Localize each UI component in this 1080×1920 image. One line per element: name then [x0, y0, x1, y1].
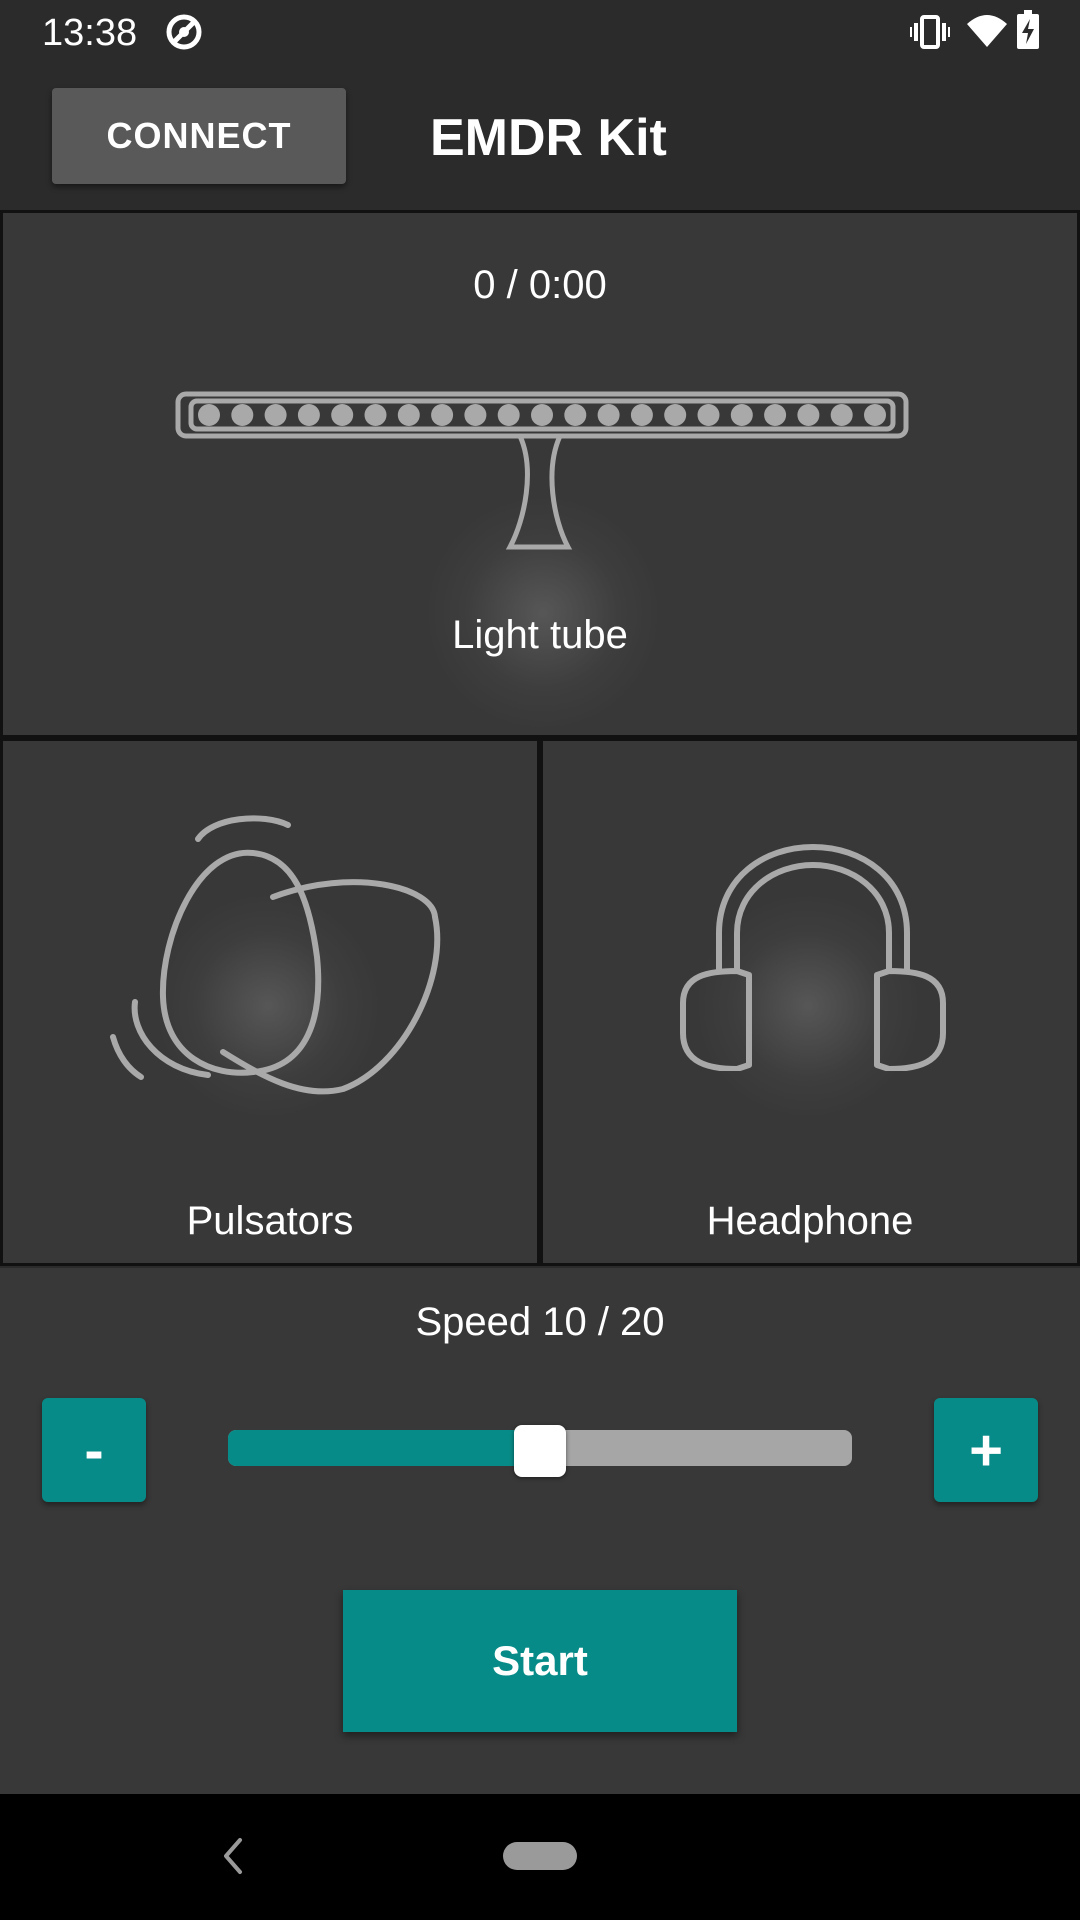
speed-increase-button[interactable]: +	[934, 1398, 1038, 1502]
app-bar: CONNECT EMDR Kit	[0, 64, 1080, 210]
start-button[interactable]: Start	[343, 1590, 737, 1732]
light-tube-led	[364, 404, 387, 426]
vibrate-icon	[910, 14, 950, 55]
headphone-panel[interactable]: Headphone	[540, 738, 1080, 1266]
light-tube-led	[697, 404, 720, 426]
light-tube-led	[864, 404, 886, 426]
light-tube-led	[764, 404, 787, 426]
light-tube-led	[264, 404, 287, 426]
headphone-icon	[679, 843, 947, 1076]
light-tube-led	[198, 404, 220, 426]
data-saver-icon	[164, 12, 204, 57]
light-tube-led	[830, 404, 853, 426]
speed-decrease-button[interactable]: -	[42, 1398, 146, 1502]
light-tube-led	[464, 404, 487, 426]
home-pill-icon[interactable]	[503, 1842, 577, 1870]
pulsators-panel[interactable]: Pulsators	[0, 738, 540, 1266]
light-tube-led	[431, 404, 454, 426]
light-tube-led	[564, 404, 587, 426]
light-tube-led	[531, 404, 553, 426]
light-tube-icon	[175, 389, 909, 574]
back-icon[interactable]	[216, 1834, 250, 1883]
light-tube-led	[664, 404, 687, 426]
connect-button[interactable]: CONNECT	[52, 88, 346, 184]
app-title: EMDR Kit	[430, 109, 667, 167]
navigation-bar	[0, 1794, 1080, 1920]
status-time: 13:38	[42, 12, 138, 54]
light-tube-led	[497, 404, 520, 426]
light-tube-label: Light tube	[452, 613, 628, 657]
light-tube-led	[331, 404, 354, 426]
light-tube-led	[597, 404, 620, 426]
pulsators-label: Pulsators	[186, 1199, 354, 1243]
status-bar: 13:38	[0, 0, 1080, 64]
speed-label: Speed 10 / 20	[415, 1300, 665, 1344]
speed-slider-thumb[interactable]	[514, 1425, 566, 1477]
light-tube-panel[interactable]: 0 / 0:00 Light tube	[0, 210, 1080, 738]
speed-controls: Speed 10 / 20 - + Start	[0, 1268, 1080, 1794]
pulsators-icon	[103, 807, 443, 1102]
light-tube-led	[397, 404, 420, 426]
wifi-icon	[966, 14, 1008, 53]
battery-charging-icon	[1016, 10, 1040, 55]
light-tube-led	[797, 404, 820, 426]
light-tube-led	[231, 404, 254, 426]
light-tube-led	[630, 404, 653, 426]
light-tube-led	[297, 404, 320, 426]
session-readout: 0 / 0:00	[473, 263, 607, 307]
speed-slider-fill	[228, 1430, 540, 1466]
headphone-label: Headphone	[706, 1199, 914, 1243]
light-tube-led	[730, 404, 753, 426]
